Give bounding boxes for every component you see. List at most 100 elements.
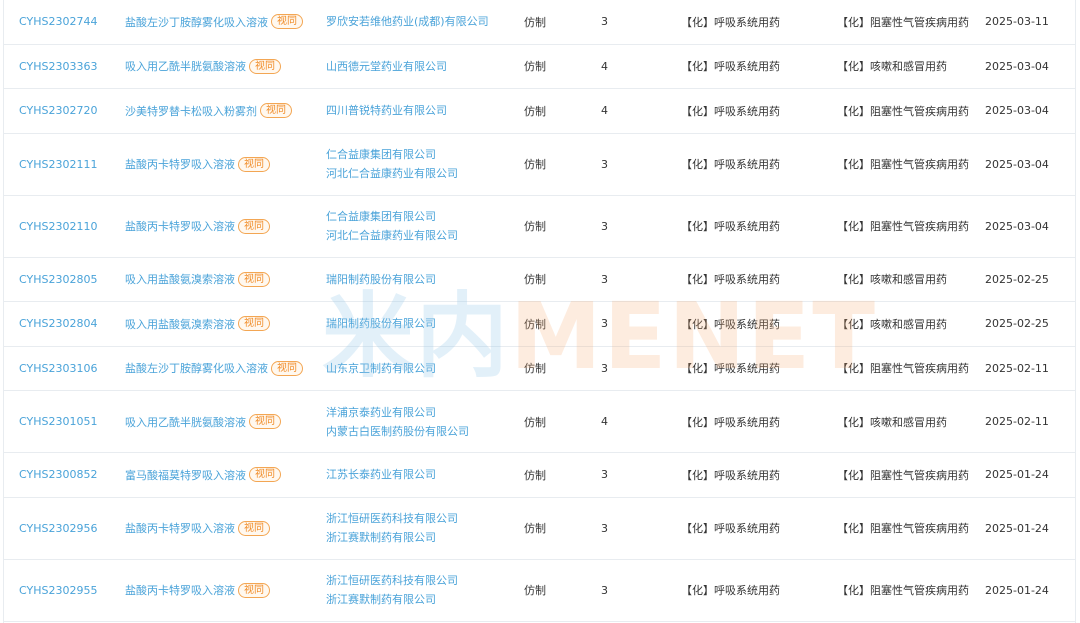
drug-name-link[interactable]: 沙美特罗替卡松吸入粉雾剂 [125,103,257,119]
approval-date: 2025-01-24 [985,521,1049,535]
drug-name-link[interactable]: 盐酸左沙丁胺醇雾化吸入溶液 [125,360,268,376]
drug-name-cell: 吸入用盐酸氨溴索溶液 视同 [125,302,270,346]
drug-name-cell: 盐酸丙卡特罗吸入溶液 视同 [125,134,270,195]
table-row[interactable]: CYHS2303106 盐酸左沙丁胺醇雾化吸入溶液 视同 山东京卫制药有限公司 仿制 3 【… [4,347,1075,391]
equivalence-tag: 视同 [238,316,270,332]
drug-name-link[interactable]: 吸入用盐酸氨溴索溶液 [125,271,235,287]
company-link[interactable]: 内蒙古白医制药股份有限公司 [326,422,469,441]
acceptance-number-link[interactable]: CYHS2302955 [19,560,97,621]
table-row[interactable]: CYHS2302955 盐酸丙卡特罗吸入溶液 视同 浙江恒研医药科技有限公司 浙江赛默制… [4,560,1075,622]
company-link[interactable]: 四川普锐特药业有限公司 [326,101,447,120]
application-type: 仿制 [524,317,546,331]
equivalence-tag: 视同 [238,520,270,536]
company-link[interactable]: 瑞阳制药股份有限公司 [326,270,436,289]
company-link[interactable]: 仁合益康集团有限公司 [326,145,436,164]
drug-name-cell: 富马酸福莫特罗吸入溶液 视同 [125,453,281,497]
drug-name-link[interactable]: 吸入用盐酸氨溴索溶液 [125,316,235,332]
drug-name-link[interactable]: 盐酸丙卡特罗吸入溶液 [125,520,235,536]
acceptance-number-link[interactable]: CYHS2302110 [19,196,97,257]
table-row[interactable]: CYHS2302804 吸入用盐酸氨溴索溶液 视同 瑞阳制药股份有限公司 仿制 3 【化】呼… [4,302,1075,347]
table-row[interactable]: CYHS2301051 吸入用乙酰半胱氨酸溶液 视同 洋浦京泰药业有限公司 内蒙古白医制… [4,391,1075,453]
company-link[interactable]: 洋浦京泰药业有限公司 [326,403,436,422]
table-row[interactable]: CYHS2302956 盐酸丙卡特罗吸入溶液 视同 浙江恒研医药科技有限公司 浙江赛默制… [4,498,1075,560]
approval-date: 2025-01-24 [985,583,1049,597]
drug-table: CYHS2302744 盐酸左沙丁胺醇雾化吸入溶液 视同 罗欣安若维他药业(成都)有限… [3,0,1076,623]
approval-date: 2025-03-04 [985,219,1049,233]
acceptance-number-link[interactable]: CYHS2300852 [19,453,97,497]
registration-category: 3 [601,15,608,29]
acceptance-number-link[interactable]: CYHS2302804 [19,302,97,346]
registration-category: 3 [601,361,608,375]
drug-class-secondary: 【化】阻塞性气管疾病用药 [837,15,969,29]
company-link[interactable]: 山东京卫制药有限公司 [326,359,436,378]
company-cell: 瑞阳制药股份有限公司 [326,258,436,302]
drug-class-primary: 【化】呼吸系统用药 [681,60,780,74]
company-link[interactable]: 罗欣安若维他药业(成都)有限公司 [326,12,489,31]
drug-name-link[interactable]: 盐酸左沙丁胺醇雾化吸入溶液 [125,14,268,30]
company-cell: 洋浦京泰药业有限公司 内蒙古白医制药股份有限公司 [326,391,469,452]
table-row[interactable]: CYHS2302111 盐酸丙卡特罗吸入溶液 视同 仁合益康集团有限公司 河北仁合益康药… [4,134,1075,196]
equivalence-tag: 视同 [238,271,270,287]
company-link[interactable]: 河北仁合益康药业有限公司 [326,226,458,245]
application-type: 仿制 [524,362,546,376]
drug-class-secondary: 【化】阻塞性气管疾病用药 [837,468,969,482]
equivalence-tag: 视同 [249,414,281,429]
company-link[interactable]: 仁合益康集团有限公司 [326,207,436,226]
acceptance-number-link[interactable]: CYHS2303363 [19,45,97,89]
drug-class-primary: 【化】呼吸系统用药 [681,522,780,535]
registration-category: 3 [601,157,608,171]
company-cell: 四川普锐特药业有限公司 [326,89,447,133]
table-row[interactable]: CYHS2303363 吸入用乙酰半胱氨酸溶液 视同 山西德元堂药业有限公司 仿制 4 【化… [4,45,1075,89]
company-cell: 仁合益康集团有限公司 河北仁合益康药业有限公司 [326,196,458,257]
company-link[interactable]: 河北仁合益康药业有限公司 [326,164,458,183]
table-row[interactable]: CYHS2302805 吸入用盐酸氨溴索溶液 视同 瑞阳制药股份有限公司 仿制 3 【化】呼… [4,258,1075,302]
registration-category: 3 [601,317,608,331]
application-type: 仿制 [524,273,546,287]
drug-name-link[interactable]: 盐酸丙卡特罗吸入溶液 [125,156,235,172]
company-link[interactable]: 浙江恒研医药科技有限公司 [326,571,458,590]
drug-class-secondary: 【化】咳嗽和感冒用药 [837,60,947,74]
drug-name-link[interactable]: 吸入用乙酰半胱氨酸溶液 [125,414,246,430]
company-link[interactable]: 瑞阳制药股份有限公司 [326,314,436,333]
drug-name-cell: 沙美特罗替卡松吸入粉雾剂 视同 [125,89,292,133]
drug-class-primary: 【化】呼吸系统用药 [681,273,780,287]
application-type: 仿制 [524,584,546,597]
acceptance-number-link[interactable]: CYHS2302720 [19,89,97,133]
table-row[interactable]: CYHS2302110 盐酸丙卡特罗吸入溶液 视同 仁合益康集团有限公司 河北仁合益康药… [4,196,1075,258]
registration-category: 3 [601,521,608,535]
company-cell: 山东京卫制药有限公司 [326,347,436,391]
approval-date: 2025-03-11 [985,15,1049,29]
drug-name-link[interactable]: 富马酸福莫特罗吸入溶液 [125,467,246,483]
acceptance-number-link[interactable]: CYHS2302111 [19,134,97,195]
drug-class-secondary: 【化】咳嗽和感冒用药 [837,317,947,331]
company-link[interactable]: 江苏长泰药业有限公司 [326,465,436,484]
equivalence-tag: 视同 [249,467,281,483]
acceptance-number-link[interactable]: CYHS2303106 [19,347,97,391]
acceptance-number-link[interactable]: CYHS2302956 [19,498,97,559]
company-link[interactable]: 浙江赛默制药有限公司 [326,590,436,609]
application-type: 仿制 [524,415,546,429]
company-link[interactable]: 浙江恒研医药科技有限公司 [326,509,458,528]
table-row[interactable]: CYHS2300852 富马酸福莫特罗吸入溶液 视同 江苏长泰药业有限公司 仿制 3 【化】… [4,453,1075,498]
approval-date: 2025-03-04 [985,104,1049,118]
drug-class-secondary: 【化】咳嗽和感冒用药 [837,415,947,429]
drug-name-cell: 盐酸丙卡特罗吸入溶液 视同 [125,196,270,257]
application-type: 仿制 [524,15,546,29]
approval-date: 2025-02-11 [985,361,1049,375]
drug-class-primary: 【化】呼吸系统用药 [681,15,780,29]
company-cell: 罗欣安若维他药业(成都)有限公司 [326,0,489,44]
drug-name-link[interactable]: 吸入用乙酰半胱氨酸溶液 [125,58,246,74]
acceptance-number-link[interactable]: CYHS2301051 [19,391,97,452]
acceptance-number-link[interactable]: CYHS2302744 [19,0,97,44]
company-link[interactable]: 山西德元堂药业有限公司 [326,57,447,76]
drug-name-link[interactable]: 盐酸丙卡特罗吸入溶液 [125,218,235,234]
table-row[interactable]: CYHS2302720 沙美特罗替卡松吸入粉雾剂 视同 四川普锐特药业有限公司 仿制 4 【… [4,89,1075,134]
acceptance-number-link[interactable]: CYHS2302805 [19,258,97,302]
drug-name-link[interactable]: 盐酸丙卡特罗吸入溶液 [125,582,235,598]
drug-class-primary: 【化】呼吸系统用药 [681,362,780,376]
company-link[interactable]: 浙江赛默制药有限公司 [326,528,436,547]
drug-name-cell: 盐酸左沙丁胺醇雾化吸入溶液 视同 [125,347,303,391]
registration-category: 3 [601,219,608,233]
equivalence-tag: 视同 [238,582,270,598]
table-row[interactable]: CYHS2302744 盐酸左沙丁胺醇雾化吸入溶液 视同 罗欣安若维他药业(成都)有限… [4,0,1075,45]
